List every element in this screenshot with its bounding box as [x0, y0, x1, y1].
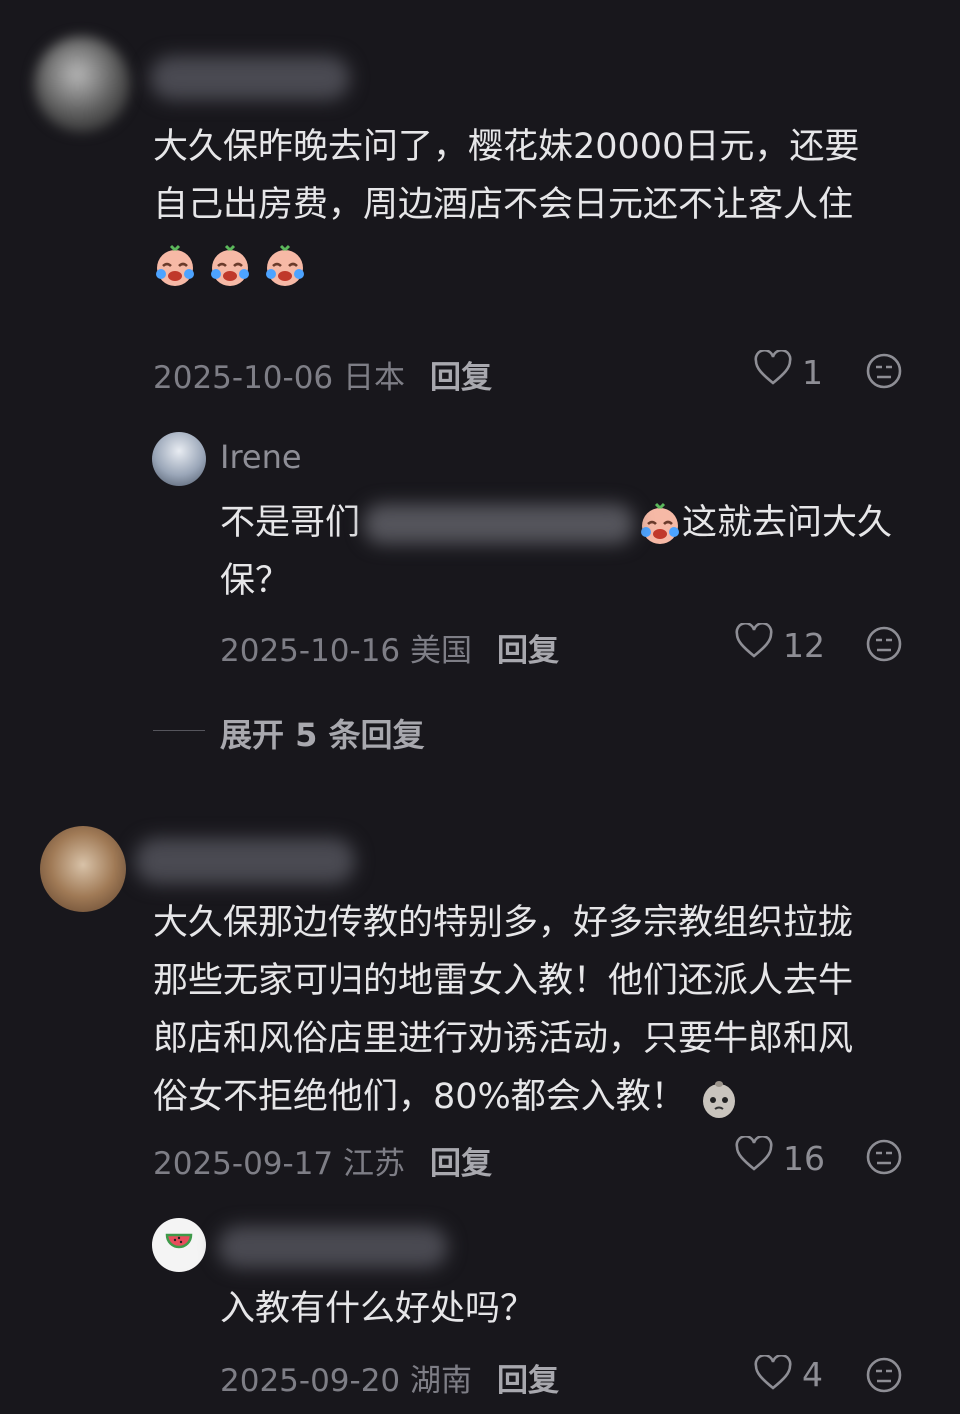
expand-divider	[153, 730, 205, 731]
like-count: 4	[802, 1355, 823, 1394]
dislike-icon[interactable]	[865, 352, 903, 394]
like-button[interactable]: 4	[754, 1355, 823, 1403]
heart-icon	[735, 1134, 773, 1180]
avatar[interactable]	[40, 826, 126, 912]
expand-replies-button[interactable]: 展开 5 条回复	[220, 710, 425, 756]
crying-laughing-face-icon	[153, 244, 208, 286]
reply-date: 2025-09-20 湖南	[220, 1363, 473, 1399]
like-count: 1	[802, 352, 823, 392]
crying-laughing-face-icon	[208, 244, 263, 286]
reply-location: 湖南	[410, 1363, 473, 1399]
avatar[interactable]	[152, 432, 206, 486]
comment-location: 日本	[343, 360, 406, 396]
like-count: 16	[783, 1138, 825, 1178]
comment-location: 江苏	[343, 1146, 406, 1182]
heart-icon	[735, 621, 773, 667]
like-button[interactable]: 16	[735, 1134, 825, 1180]
reply-text: 入教有什么好处吗？	[220, 1289, 536, 1329]
dislike-icon[interactable]	[865, 625, 903, 667]
dislike-icon[interactable]	[865, 1138, 903, 1180]
comment-date: 2025-09-17 江苏	[153, 1146, 406, 1182]
like-count: 12	[783, 625, 825, 665]
crying-laughing-face-icon	[638, 502, 682, 544]
watermelon-icon	[165, 1231, 193, 1259]
comment-date: 2025-10-06 日本	[153, 360, 406, 396]
comment-text: 大久保昨晚去问了，樱花妹20000日元，还要 自己出房费，周边酒店不会日元还不让…	[153, 118, 859, 294]
like-button[interactable]: 1	[754, 348, 823, 394]
potato-face-icon	[697, 1077, 741, 1118]
username-blurred[interactable]	[135, 838, 355, 884]
reply-button[interactable]: 回复	[430, 352, 492, 397]
redacted-text	[364, 504, 635, 544]
reply-button[interactable]: 回复	[497, 1355, 559, 1400]
dislike-icon[interactable]	[865, 1356, 903, 1414]
reply-button[interactable]: 回复	[497, 625, 559, 670]
comment-text: 大久保那边传教的特别多，好多宗教组织拉拢 那些无家可归的地雷女入教！他们还派人去…	[153, 903, 854, 1118]
avatar[interactable]	[152, 1218, 206, 1272]
reply-username[interactable]: Irene	[220, 438, 302, 476]
username-blurred[interactable]	[218, 1226, 448, 1268]
reply-button[interactable]: 回复	[430, 1138, 492, 1183]
reply-location: 美国	[410, 633, 473, 669]
heart-icon	[754, 348, 792, 394]
heart-icon	[754, 1355, 792, 1399]
reply-date: 2025-10-16 美国	[220, 633, 473, 669]
crying-laughing-face-icon	[263, 244, 307, 286]
avatar[interactable]	[34, 36, 130, 132]
like-button[interactable]: 12	[735, 621, 825, 667]
reply-text: 不是哥们 这就去问大久 保？	[220, 502, 893, 601]
username-blurred[interactable]	[150, 56, 350, 100]
